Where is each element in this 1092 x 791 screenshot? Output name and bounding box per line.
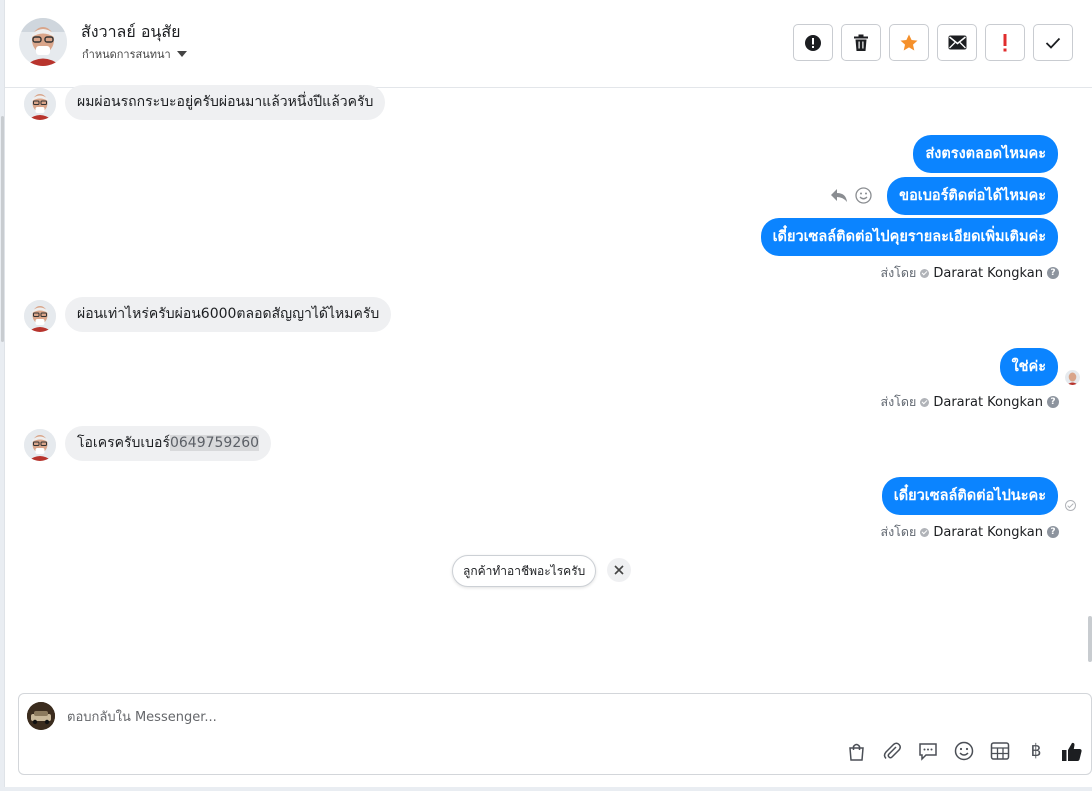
mark-done-button[interactable] <box>1033 24 1073 61</box>
saved-replies-button[interactable] <box>915 738 941 764</box>
sender-avatar <box>24 88 56 120</box>
contact-name: สังวาลย์ อนุสัย <box>81 22 181 41</box>
alert-circle-icon <box>805 34 821 51</box>
thread-scrollbar[interactable] <box>1088 616 1092 662</box>
message-thread[interactable]: ผมผ่อนรถกระบะอยู่ครับผ่อนมาแล้วหนึ่งปีแล… <box>1 85 1092 692</box>
star-button[interactable] <box>889 24 929 61</box>
conversation-panel: สังวาลย์ อนุสัย กำหนดการสนทนา ผมผ่อนรถกร… <box>1 0 1092 787</box>
help-icon[interactable]: ? <box>1047 396 1059 408</box>
outgoing-message-bubble[interactable]: ส่งตรงตลอดไหมคะ <box>913 135 1058 173</box>
outgoing-message-bubble[interactable]: ใช่ค่ะ <box>999 348 1058 386</box>
verified-icon <box>920 268 930 278</box>
sent-by-label: ส่งโดย <box>880 394 917 409</box>
emoji-button[interactable] <box>951 738 977 764</box>
header-actions <box>793 24 1073 61</box>
sender-avatar <box>24 300 56 332</box>
sent-by-line: ส่งโดย Dararat Kongkan ? <box>880 522 1059 542</box>
sent-by-label: ส่งโดย <box>880 265 917 280</box>
outgoing-message-bubble[interactable]: ขอเบอร์ติดต่อได้ไหมคะ <box>887 177 1058 215</box>
envelope-icon <box>948 35 966 50</box>
sent-by-label: ส่งโดย <box>880 524 917 539</box>
sent-status-icon <box>1065 500 1076 511</box>
incoming-message-bubble[interactable]: ผ่อนเท่าไหร่ครับผ่อน6000ตลอดสัญญาได้ไหมค… <box>65 297 392 332</box>
incoming-message-bubble[interactable]: ผมผ่อนรถกระบะอยู่ครับผ่อนมาแล้วหนึ่งปีแล… <box>65 85 386 120</box>
reply-input[interactable] <box>67 706 967 728</box>
help-icon[interactable]: ? <box>1047 267 1059 279</box>
trash-icon <box>854 34 868 51</box>
contact-avatar[interactable] <box>19 18 67 66</box>
verified-icon <box>920 527 930 537</box>
assign-conversation-label: กำหนดการสนทนา <box>82 48 171 61</box>
emoji-icon <box>954 741 974 761</box>
message-text: โอเครครับเบอร์ <box>77 435 170 451</box>
outgoing-message-bubble[interactable]: เดี๋ยวเซลล์ติดต่อไปคุยรายละเอียดเพิ่มเติ… <box>760 218 1058 256</box>
sent-by-agent[interactable]: Dararat Kongkan <box>933 525 1043 540</box>
baht-icon: ฿ <box>1030 741 1042 761</box>
sent-by-agent[interactable]: Dararat Kongkan <box>933 266 1043 281</box>
appointment-button[interactable] <box>987 738 1013 764</box>
emoji-react-icon[interactable] <box>855 187 872 204</box>
star-icon <box>900 34 918 50</box>
close-icon <box>614 565 624 575</box>
sent-by-agent[interactable]: Dararat Kongkan <box>933 395 1043 410</box>
conversation-header: สังวาลย์ อนุสัย กำหนดการสนทนา <box>5 0 1092 88</box>
sent-by-line: ส่งโดย Dararat Kongkan ? <box>880 392 1059 412</box>
phone-number-highlight[interactable]: 0649759260 <box>169 435 260 451</box>
help-icon[interactable]: ? <box>1047 526 1059 538</box>
composer-toolbar: ฿ <box>843 738 1085 764</box>
follow-up-button[interactable] <box>985 24 1025 61</box>
dismiss-suggestion-button[interactable] <box>607 558 631 582</box>
incoming-message-bubble[interactable]: โอเครครับเบอร์0649759260 <box>65 426 272 461</box>
left-scrollbar[interactable] <box>1 116 4 342</box>
seen-avatar <box>1065 370 1080 385</box>
checkmark-icon <box>1045 37 1061 49</box>
paperclip-icon <box>883 742 901 760</box>
like-icon <box>1062 742 1082 761</box>
verified-icon <box>920 397 930 407</box>
reply-icon[interactable] <box>830 188 848 203</box>
attach-file-button[interactable] <box>879 738 905 764</box>
mark-unread-button[interactable] <box>937 24 977 61</box>
delete-button[interactable] <box>841 24 881 61</box>
payment-button[interactable]: ฿ <box>1023 738 1049 764</box>
suggested-reply-chip[interactable]: ลูกค้าทำอาชีพอะไรครับ <box>452 555 597 587</box>
table-icon <box>990 742 1010 760</box>
shopping-bag-button[interactable] <box>843 738 869 764</box>
outgoing-message-bubble[interactable]: เดี๋ยวเซลล์ติดต่อไปนะคะ <box>881 477 1058 515</box>
message-composer: ฿ <box>18 693 1092 775</box>
shopping-bag-icon <box>848 743 864 761</box>
sender-avatar <box>24 429 56 461</box>
caret-down-icon <box>176 51 187 57</box>
sent-by-line: ส่งโดย Dararat Kongkan ? <box>880 263 1059 283</box>
assign-conversation-dropdown[interactable]: กำหนดการสนทนา <box>82 45 187 63</box>
saved-reply-icon <box>919 742 937 761</box>
spam-button[interactable] <box>793 24 833 61</box>
exclamation-icon <box>1003 33 1007 51</box>
page-avatar <box>27 702 55 730</box>
like-button[interactable] <box>1059 738 1085 764</box>
